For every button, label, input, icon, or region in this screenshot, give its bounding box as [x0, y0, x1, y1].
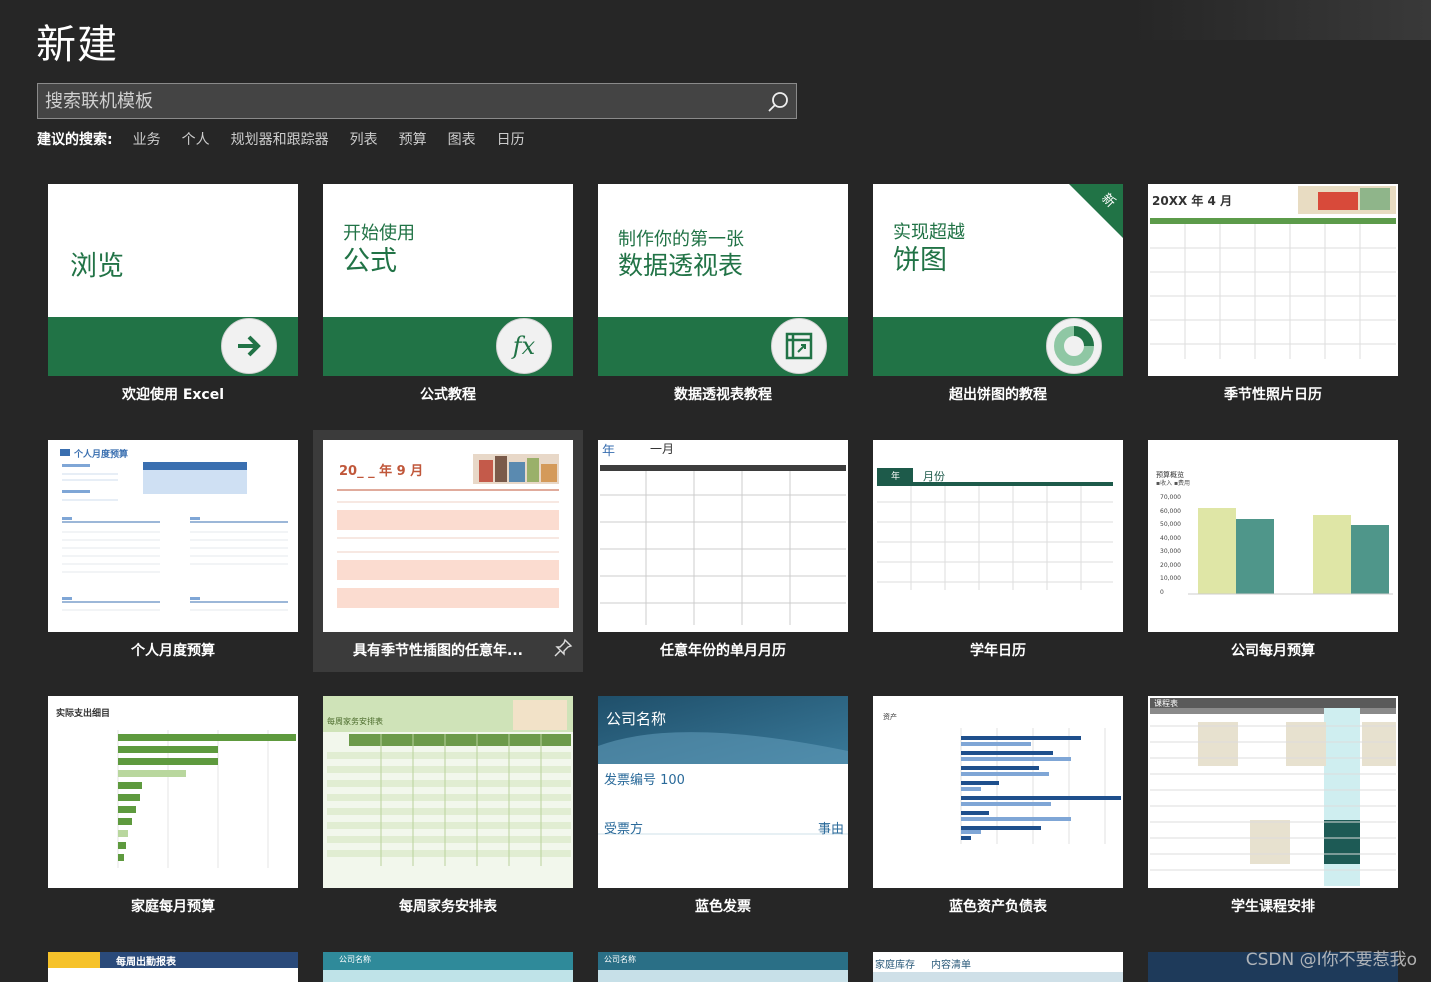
template-thumbnail: 公司名称 发票编号 100 受票方 事由: [598, 696, 848, 888]
template-thumbnail: 课程表: [1148, 696, 1398, 888]
template-thumbnail: 20_ _ 年 9 月: [323, 440, 573, 632]
thumb-title: 公司名称: [339, 955, 371, 964]
thumb-subtitle: 内容清单: [931, 960, 971, 971]
expense-bar-chart: [117, 730, 296, 868]
template-tile-pivot[interactable]: 制作你的第一张 数据透视表 数据透视表教程: [588, 174, 858, 416]
search-input[interactable]: [38, 84, 758, 118]
template-thumbnail: 实际支出细目: [48, 696, 298, 888]
template-thumbnail: 实现超越 饼图 新: [873, 184, 1123, 376]
template-caption: 欢迎使用 Excel: [121, 387, 225, 403]
pie-chart-icon: [1046, 318, 1102, 374]
suggest-personal[interactable]: 个人: [182, 129, 210, 149]
invoice-number: 发票编号 100: [604, 773, 685, 788]
template-tile-welcome[interactable]: 浏览 欢迎使用 Excel: [38, 174, 308, 416]
template-tile-seasonal-illustrated-calendar[interactable]: 20_ _ 年 9 月 具有季节性插图的任意年...: [313, 430, 583, 672]
pin-icon[interactable]: [553, 638, 573, 658]
thumb-title: 饼图: [893, 245, 947, 276]
thumb-title: 年: [891, 472, 901, 482]
template-thumbnail: 制作你的第一张 数据透视表: [598, 184, 848, 376]
watermark: CSDN @I你不要惹我o: [1245, 950, 1417, 970]
template-thumbnail: 年 一月: [598, 440, 848, 632]
template-caption: 学生课程安排: [1231, 899, 1315, 915]
template-thumbnail: 开始使用 公式 fx: [323, 184, 573, 376]
template-caption: 公式教程: [420, 387, 476, 403]
template-thumbnail: 每周家务安排表: [323, 696, 573, 888]
template-thumbnail: 个人月度预算: [48, 440, 298, 632]
thumb-title: 数据透视表: [618, 251, 744, 280]
template-tile-single-month-calendar[interactable]: 年 一月 任意年份的单月月历: [588, 430, 858, 672]
template-caption: 超出饼图的教程: [949, 387, 1047, 403]
budget-table: [60, 449, 288, 611]
template-tile-home-inventory[interactable]: 家庭库存 内容清单: [863, 942, 1133, 982]
schedule-grid: [1150, 698, 1396, 886]
thumb-title: 公式: [343, 246, 397, 277]
template-caption: 家庭每月预算: [131, 899, 215, 915]
template-caption: 学年日历: [970, 643, 1026, 659]
template-tile-formulas[interactable]: 开始使用 公式 fx 公式教程: [313, 174, 583, 416]
thumb-title: 每周出勤报表: [116, 957, 176, 968]
template-caption: 公司每月预算: [1231, 643, 1315, 659]
suggest-calendars[interactable]: 日历: [497, 129, 525, 149]
thumb-subtitle: 月份: [923, 470, 945, 483]
template-tile-weekly-chores[interactable]: 每周家务安排表 每周家务安排表: [313, 686, 583, 928]
suggest-charts[interactable]: 图表: [448, 129, 476, 149]
template-tile-blue-invoice[interactable]: 公司名称 发票编号 100 受票方 事由 蓝色发票: [588, 686, 858, 928]
calendar-grid: [600, 465, 846, 625]
template-tile-partial-2[interactable]: 公司名称: [313, 942, 583, 982]
template-tile-family-budget[interactable]: 实际支出细目 家庭每月预算: [38, 686, 308, 928]
thumb-title: 浏览: [70, 251, 124, 282]
template-caption: 蓝色发票: [695, 899, 751, 915]
arrow-right-icon: [221, 318, 277, 374]
thumb-title: 家庭库存: [875, 960, 915, 971]
template-tile-pie[interactable]: 实现超越 饼图 新 超出饼图的教程: [863, 174, 1133, 416]
thumb-title: 课程表: [1154, 699, 1178, 708]
page-title: 新建: [36, 22, 118, 68]
template-tile-class-schedule[interactable]: 课程表 学生课程安排: [1138, 686, 1408, 928]
top-shade: [1131, 0, 1431, 40]
template-tile-academic-calendar[interactable]: 年 月份 学年日历: [863, 430, 1133, 672]
template-thumbnail: 浏览: [48, 184, 298, 376]
template-tile-seasonal-calendar[interactable]: 20XX 年 4 月 季节性照片日历: [1138, 174, 1408, 416]
fx-icon: fx: [496, 318, 552, 374]
thumb-title: 公司名称: [606, 710, 667, 728]
template-caption: 具有季节性插图的任意年...: [353, 643, 523, 659]
search-box[interactable]: [37, 83, 797, 119]
template-caption: 任意年份的单月月历: [660, 643, 786, 659]
bill-to-label: 受票方: [604, 822, 644, 837]
template-tile-attendance[interactable]: 每周出勤报表: [38, 942, 308, 982]
thumb-title: 每周家务安排表: [327, 717, 383, 726]
template-thumbnail: 年 月份: [873, 440, 1123, 632]
thumb-title: 公司名称: [604, 955, 636, 964]
balance-bar-chart: [960, 728, 1121, 844]
suggested-searches: 建议的搜索: 业务 个人 规划器和跟踪器 列表 预算 图表 日历: [37, 129, 546, 149]
template-tile-balance-sheet[interactable]: 资产 蓝色资产负债表: [863, 686, 1133, 928]
reason-label: 事由: [817, 822, 844, 837]
template-caption: 个人月度预算: [131, 643, 215, 659]
search-icon[interactable]: [766, 90, 790, 114]
template-thumbnail: 资产: [873, 696, 1123, 888]
template-caption: 季节性照片日历: [1224, 387, 1322, 403]
calendar-grid: [337, 454, 559, 608]
template-tile-partial-3[interactable]: 公司名称: [588, 942, 858, 982]
template-caption: 每周家务安排表: [399, 899, 497, 915]
calendar-grid: [877, 468, 1113, 590]
suggest-planners[interactable]: 规划器和跟踪器: [231, 129, 329, 149]
suggest-lists[interactable]: 列表: [350, 129, 378, 149]
template-caption: 数据透视表教程: [674, 387, 772, 403]
calendar-grid: [1150, 186, 1396, 359]
template-thumbnail: 20XX 年 4 月: [1148, 184, 1398, 376]
template-caption: 蓝色资产负债表: [949, 899, 1047, 915]
suggest-budgets[interactable]: 预算: [399, 129, 427, 149]
template-thumbnail: 预算概览 70,000 60,000 50,000 40,000 30,000 20,00…: [1148, 440, 1398, 632]
suggested-label: 建议的搜索:: [37, 132, 113, 148]
pivot-table-icon: [771, 318, 827, 374]
suggest-business[interactable]: 业务: [133, 129, 161, 149]
template-tile-personal-budget[interactable]: 个人月度预算 个人月度预算: [38, 430, 308, 672]
budget-chart: [1188, 508, 1393, 595]
template-tile-company-budget[interactable]: 预算概览 70,000 60,000 50,000 40,000 30,000 20,00…: [1138, 430, 1408, 672]
